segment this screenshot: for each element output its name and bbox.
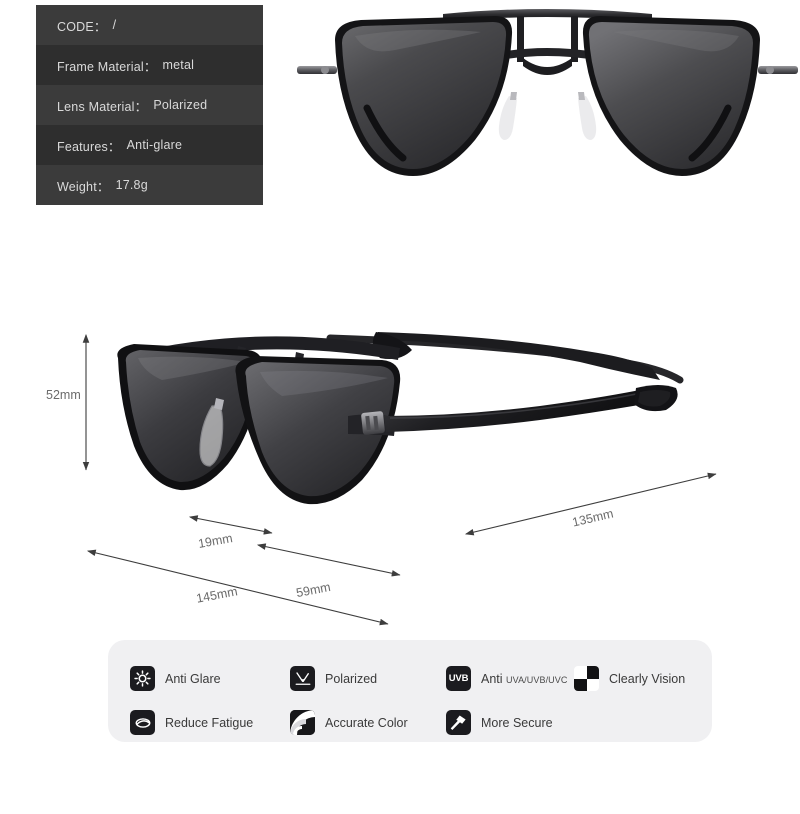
feature-label: Polarized [325,671,378,686]
spec-label: CODE： [57,19,107,34]
dimension-label-lens-width: 59mm [295,579,332,601]
spec-value: metal [162,58,195,72]
feature-label: More Secure [481,715,553,730]
feature-item-clearly-vision: Clearly Vision [574,666,685,691]
feature-item-more-secure: More Secure [446,710,553,735]
feature-item-accurate-color: Accurate Color [290,710,408,735]
feature-label-sub: UVA/UVB/UVC [506,674,568,685]
feature-label: Anti UVA/UVB/UVC [481,672,567,686]
feature-label: Reduce Fatigue [165,715,254,730]
clearly-vision-icon [574,666,599,691]
feature-label: Anti Glare [165,671,221,686]
sunglasses-angled-view [117,332,684,505]
sunglasses-front-view [297,9,798,176]
spec-row: CODE： / [36,5,263,45]
anti-glare-icon [130,666,155,691]
spec-label: Lens Material： [57,99,148,114]
more-secure-icon [446,710,471,735]
dimension-label-lens-height: 52mm [46,388,81,402]
feature-label-main: Anti [481,671,503,686]
spec-table: CODE： / Frame Material： metal Lens Mater… [36,5,263,205]
spec-row: Lens Material： Polarized [36,85,263,125]
spec-value: 17.8g [115,178,148,192]
reduce-fatigue-icon [130,710,155,735]
dimension-label-frame-width: 145mm [195,584,239,606]
feature-card: Anti Glare Reduce Fatigue Polarized Accu… [108,640,712,742]
spec-value: / [112,18,117,32]
feature-item-anti-glare: Anti Glare [130,666,221,691]
polarized-icon [290,666,315,691]
spec-label: Weight： [57,179,110,194]
dimension-label-bridge: 19mm [197,531,234,551]
feature-label: Accurate Color [325,715,408,730]
spec-row: Frame Material： metal [36,45,263,85]
uvb-icon: UVB [446,666,471,691]
spec-label: Frame Material： [57,59,157,74]
feature-item-reduce-fatigue: Reduce Fatigue [130,710,253,735]
spec-row: Weight： 17.8g [36,165,263,205]
accurate-color-icon [290,710,315,735]
spec-value: Anti-glare [126,138,183,152]
feature-label: Clearly Vision [609,671,686,686]
feature-item-anti-uv: UVB Anti UVA/UVB/UVC [446,666,567,691]
uvb-badge-text: UVB [448,673,469,684]
feature-item-polarized: Polarized [290,666,377,691]
spec-label: Features： [57,139,121,154]
spec-value: Polarized [153,98,208,112]
spec-row: Features： Anti-glare [36,125,263,165]
